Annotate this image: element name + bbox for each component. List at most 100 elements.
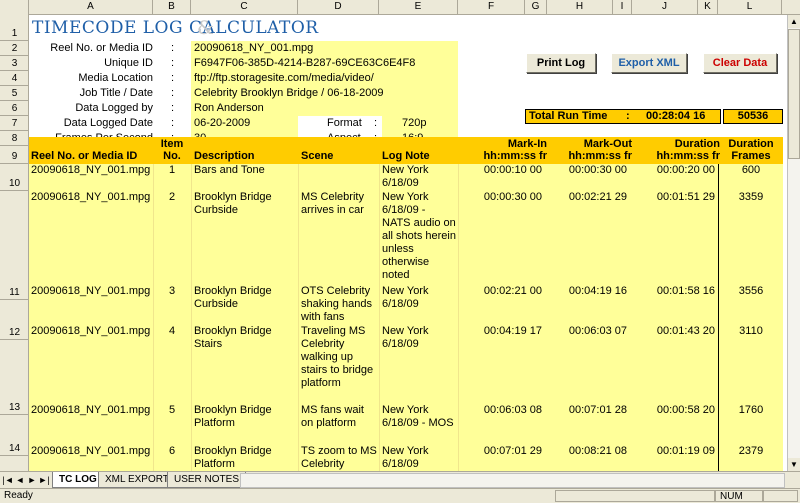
- column-header-f[interactable]: F: [458, 0, 525, 15]
- cell-mark-out[interactable]: 00:06:03 07: [544, 325, 627, 338]
- cell-item[interactable]: 5: [153, 404, 191, 417]
- scroll-up-icon[interactable]: ▲: [788, 15, 800, 28]
- cell-note[interactable]: New York 6/18/09 - NATS audio on all sho…: [382, 191, 456, 282]
- row-header-12[interactable]: 12: [0, 300, 29, 340]
- export-xml-button[interactable]: Export XML: [611, 53, 687, 73]
- cell-description[interactable]: Brooklyn Bridge Curbside: [194, 285, 296, 311]
- row-header-6[interactable]: 6: [0, 101, 29, 116]
- vertical-scrollbar[interactable]: ▲ ▼: [787, 15, 800, 471]
- column-header-b[interactable]: B: [153, 0, 191, 15]
- total-runtime-value: 00:28:04 16: [646, 110, 706, 122]
- column-header-h[interactable]: H: [547, 0, 613, 15]
- header-item: Item No.: [153, 138, 191, 162]
- cell-reel[interactable]: 20090618_NY_001.mpg: [31, 445, 150, 458]
- cell-reel[interactable]: 20090618_NY_001.mpg: [31, 404, 150, 417]
- sheet-tab-bar: |◄ ◄ ► ►| TC LOG XML EXPORT USER NOTES: [0, 471, 800, 488]
- horizontal-scrollbar[interactable]: [240, 473, 785, 488]
- row-header-1[interactable]: 1: [0, 15, 29, 41]
- reel-value[interactable]: 20090618_NY_001.mpg: [194, 42, 313, 54]
- column-header-e[interactable]: E: [379, 0, 458, 15]
- cell-mark-out[interactable]: 00:07:01 28: [544, 404, 627, 417]
- row-header-13[interactable]: 13: [0, 340, 29, 415]
- row-header-11[interactable]: 11: [0, 191, 29, 300]
- scroll-down-icon[interactable]: ▼: [788, 458, 800, 471]
- column-header-i[interactable]: I: [613, 0, 632, 15]
- cell-mark-in[interactable]: 00:00:10 00: [459, 164, 542, 177]
- worksheet-grid[interactable]: TIMECODE LOG CALCULATOR & Reel No. or Me…: [29, 15, 787, 471]
- column-header-l[interactable]: L: [718, 0, 782, 15]
- next-sheet-icon[interactable]: ►: [26, 474, 38, 486]
- tab-user-notes[interactable]: USER NOTES: [167, 472, 247, 488]
- colon: :: [171, 102, 175, 114]
- row-header-10[interactable]: 10: [0, 164, 29, 191]
- cell-note[interactable]: New York 6/18/09: [382, 164, 456, 190]
- cell-reel[interactable]: 20090618_NY_001.mpg: [31, 164, 150, 177]
- row-header-4[interactable]: 4: [0, 71, 29, 86]
- column-header-d[interactable]: D: [298, 0, 379, 15]
- cell-scene[interactable]: TS zoom to MS Celebrity: [301, 445, 377, 471]
- cell-mark-out[interactable]: 00:04:19 16: [544, 285, 627, 298]
- column-header-a[interactable]: A: [29, 0, 153, 15]
- cell-description[interactable]: Bars and Tone: [194, 164, 296, 177]
- cell-description[interactable]: Brooklyn Bridge Platform: [194, 404, 296, 430]
- row-header-3[interactable]: 3: [0, 56, 29, 71]
- column-header-j[interactable]: J: [632, 0, 698, 15]
- row-header-7[interactable]: 7: [0, 116, 29, 131]
- cell-duration: 00:01:43 20: [656, 325, 715, 337]
- prev-sheet-icon[interactable]: ◄: [14, 474, 26, 486]
- cell-frames: 3110: [739, 325, 763, 337]
- column-header-c[interactable]: C: [191, 0, 298, 15]
- row-header-8[interactable]: 8: [0, 131, 29, 146]
- select-all-corner[interactable]: [0, 0, 29, 15]
- cell-mark-out[interactable]: 00:00:30 00: [544, 164, 627, 177]
- cell-item[interactable]: 2: [153, 191, 191, 204]
- print-log-button[interactable]: Print Log: [526, 53, 596, 73]
- row-header-14[interactable]: 14: [0, 415, 29, 456]
- first-sheet-icon[interactable]: |◄: [2, 474, 14, 486]
- cell-reel[interactable]: 20090618_NY_001.mpg: [31, 285, 150, 298]
- cell-note[interactable]: New York 6/18/09 - MOS: [382, 404, 456, 430]
- logged-date-value[interactable]: 06-20-2009: [194, 117, 250, 129]
- cell-item[interactable]: 3: [153, 285, 191, 298]
- cell-scene[interactable]: MS Celebrity arrives in car: [301, 191, 377, 217]
- cell-item[interactable]: 6: [153, 445, 191, 458]
- column-header-g[interactable]: G: [525, 0, 547, 15]
- cell-mark-in[interactable]: 00:00:30 00: [459, 191, 542, 204]
- column-header-k[interactable]: K: [698, 0, 718, 15]
- uid-value[interactable]: F6947F06-385D-4214-B287-69CE63C6E4F8: [194, 57, 415, 69]
- logged-by-value[interactable]: Ron Anderson: [194, 102, 264, 114]
- cell-note[interactable]: New York 6/18/09: [382, 445, 456, 471]
- row-header-bar: 1 2 3 4 5 6 7 8 9 10 11 12 13 14 15: [0, 15, 29, 486]
- cell-mark-in[interactable]: 00:04:19 17: [459, 325, 542, 338]
- cell-mark-in[interactable]: 00:07:01 29: [459, 445, 542, 458]
- format-value[interactable]: 720p: [402, 117, 426, 129]
- cell-reel[interactable]: 20090618_NY_001.mpg: [31, 325, 150, 338]
- row-header-2[interactable]: 2: [0, 41, 29, 56]
- cell-description[interactable]: Brooklyn Bridge Curbside: [194, 191, 296, 217]
- tab-tc-log[interactable]: TC LOG: [52, 472, 104, 488]
- cell-mark-out[interactable]: 00:08:21 08: [544, 445, 627, 458]
- location-value[interactable]: ftp://ftp.storagesite.com/media/video/: [194, 72, 374, 84]
- column-divider: [718, 164, 719, 471]
- row-header-5[interactable]: 5: [0, 86, 29, 101]
- cell-mark-in[interactable]: 00:06:03 08: [459, 404, 542, 417]
- cell-note[interactable]: New York 6/18/09: [382, 285, 456, 311]
- scroll-thumb[interactable]: [788, 29, 800, 159]
- cell-note[interactable]: New York 6/18/09: [382, 325, 456, 351]
- cell-description[interactable]: Brooklyn Bridge Stairs: [194, 325, 296, 351]
- cell-item[interactable]: 4: [153, 325, 191, 338]
- cell-scene[interactable]: MS fans wait on platform: [301, 404, 377, 430]
- last-sheet-icon[interactable]: ►|: [38, 474, 50, 486]
- clear-data-button[interactable]: Clear Data: [703, 53, 777, 73]
- job-value[interactable]: Celebrity Brooklyn Bridge / 06-18-2009: [194, 87, 384, 99]
- cell-mark-in[interactable]: 00:02:21 00: [459, 285, 542, 298]
- cell-scene[interactable]: OTS Celebrity shaking hands with fans: [301, 285, 377, 324]
- cell-scene[interactable]: Traveling MS Celebrity walking up stairs…: [301, 325, 377, 390]
- cell-mark-out[interactable]: 00:02:21 29: [544, 191, 627, 204]
- cell-description[interactable]: Brooklyn Bridge Platform: [194, 445, 296, 471]
- cell-reel[interactable]: 20090618_NY_001.mpg: [31, 191, 150, 204]
- tab-xml-export[interactable]: XML EXPORT: [98, 472, 176, 488]
- cell-item[interactable]: 1: [153, 164, 191, 177]
- row-header-9[interactable]: 9: [0, 146, 29, 164]
- cell-duration: 00:00:20 00: [656, 164, 715, 176]
